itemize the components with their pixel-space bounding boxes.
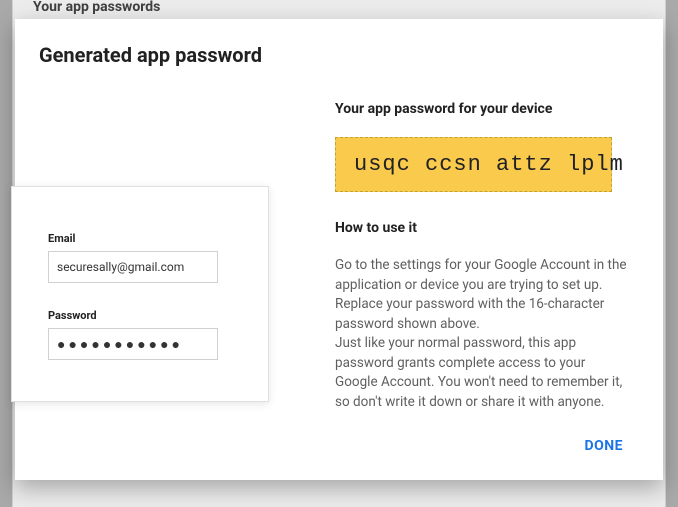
device-line: Your app password for your device (335, 101, 635, 117)
email-field[interactable] (48, 251, 218, 283)
done-button[interactable]: DONE (570, 430, 637, 462)
page-section-title: Your app passwords (13, 0, 665, 14)
app-password-value: usqc ccsn attz lplm (354, 152, 624, 177)
app-password-box: usqc ccsn attz lplm (335, 137, 612, 192)
app-password-dialog: Generated app password Email Password ●●… (15, 19, 663, 480)
howto-paragraph-2: Just like your normal password, this app… (335, 335, 622, 410)
howto-heading: How to use it (335, 220, 635, 236)
email-label: Email (48, 232, 232, 245)
login-preview-card: Email Password ●●●●●●●●●●● (11, 186, 269, 402)
dialog-title: Generated app password (39, 43, 639, 67)
dialog-actions: DONE (570, 430, 637, 462)
password-label: Password (48, 309, 232, 322)
password-field[interactable]: ●●●●●●●●●●● (48, 328, 218, 360)
howto-paragraph-1: Go to the settings for your Google Accou… (335, 257, 627, 332)
howto-body: Go to the settings for your Google Accou… (335, 256, 631, 412)
instructions-column: Your app password for your device usqc c… (335, 101, 635, 412)
